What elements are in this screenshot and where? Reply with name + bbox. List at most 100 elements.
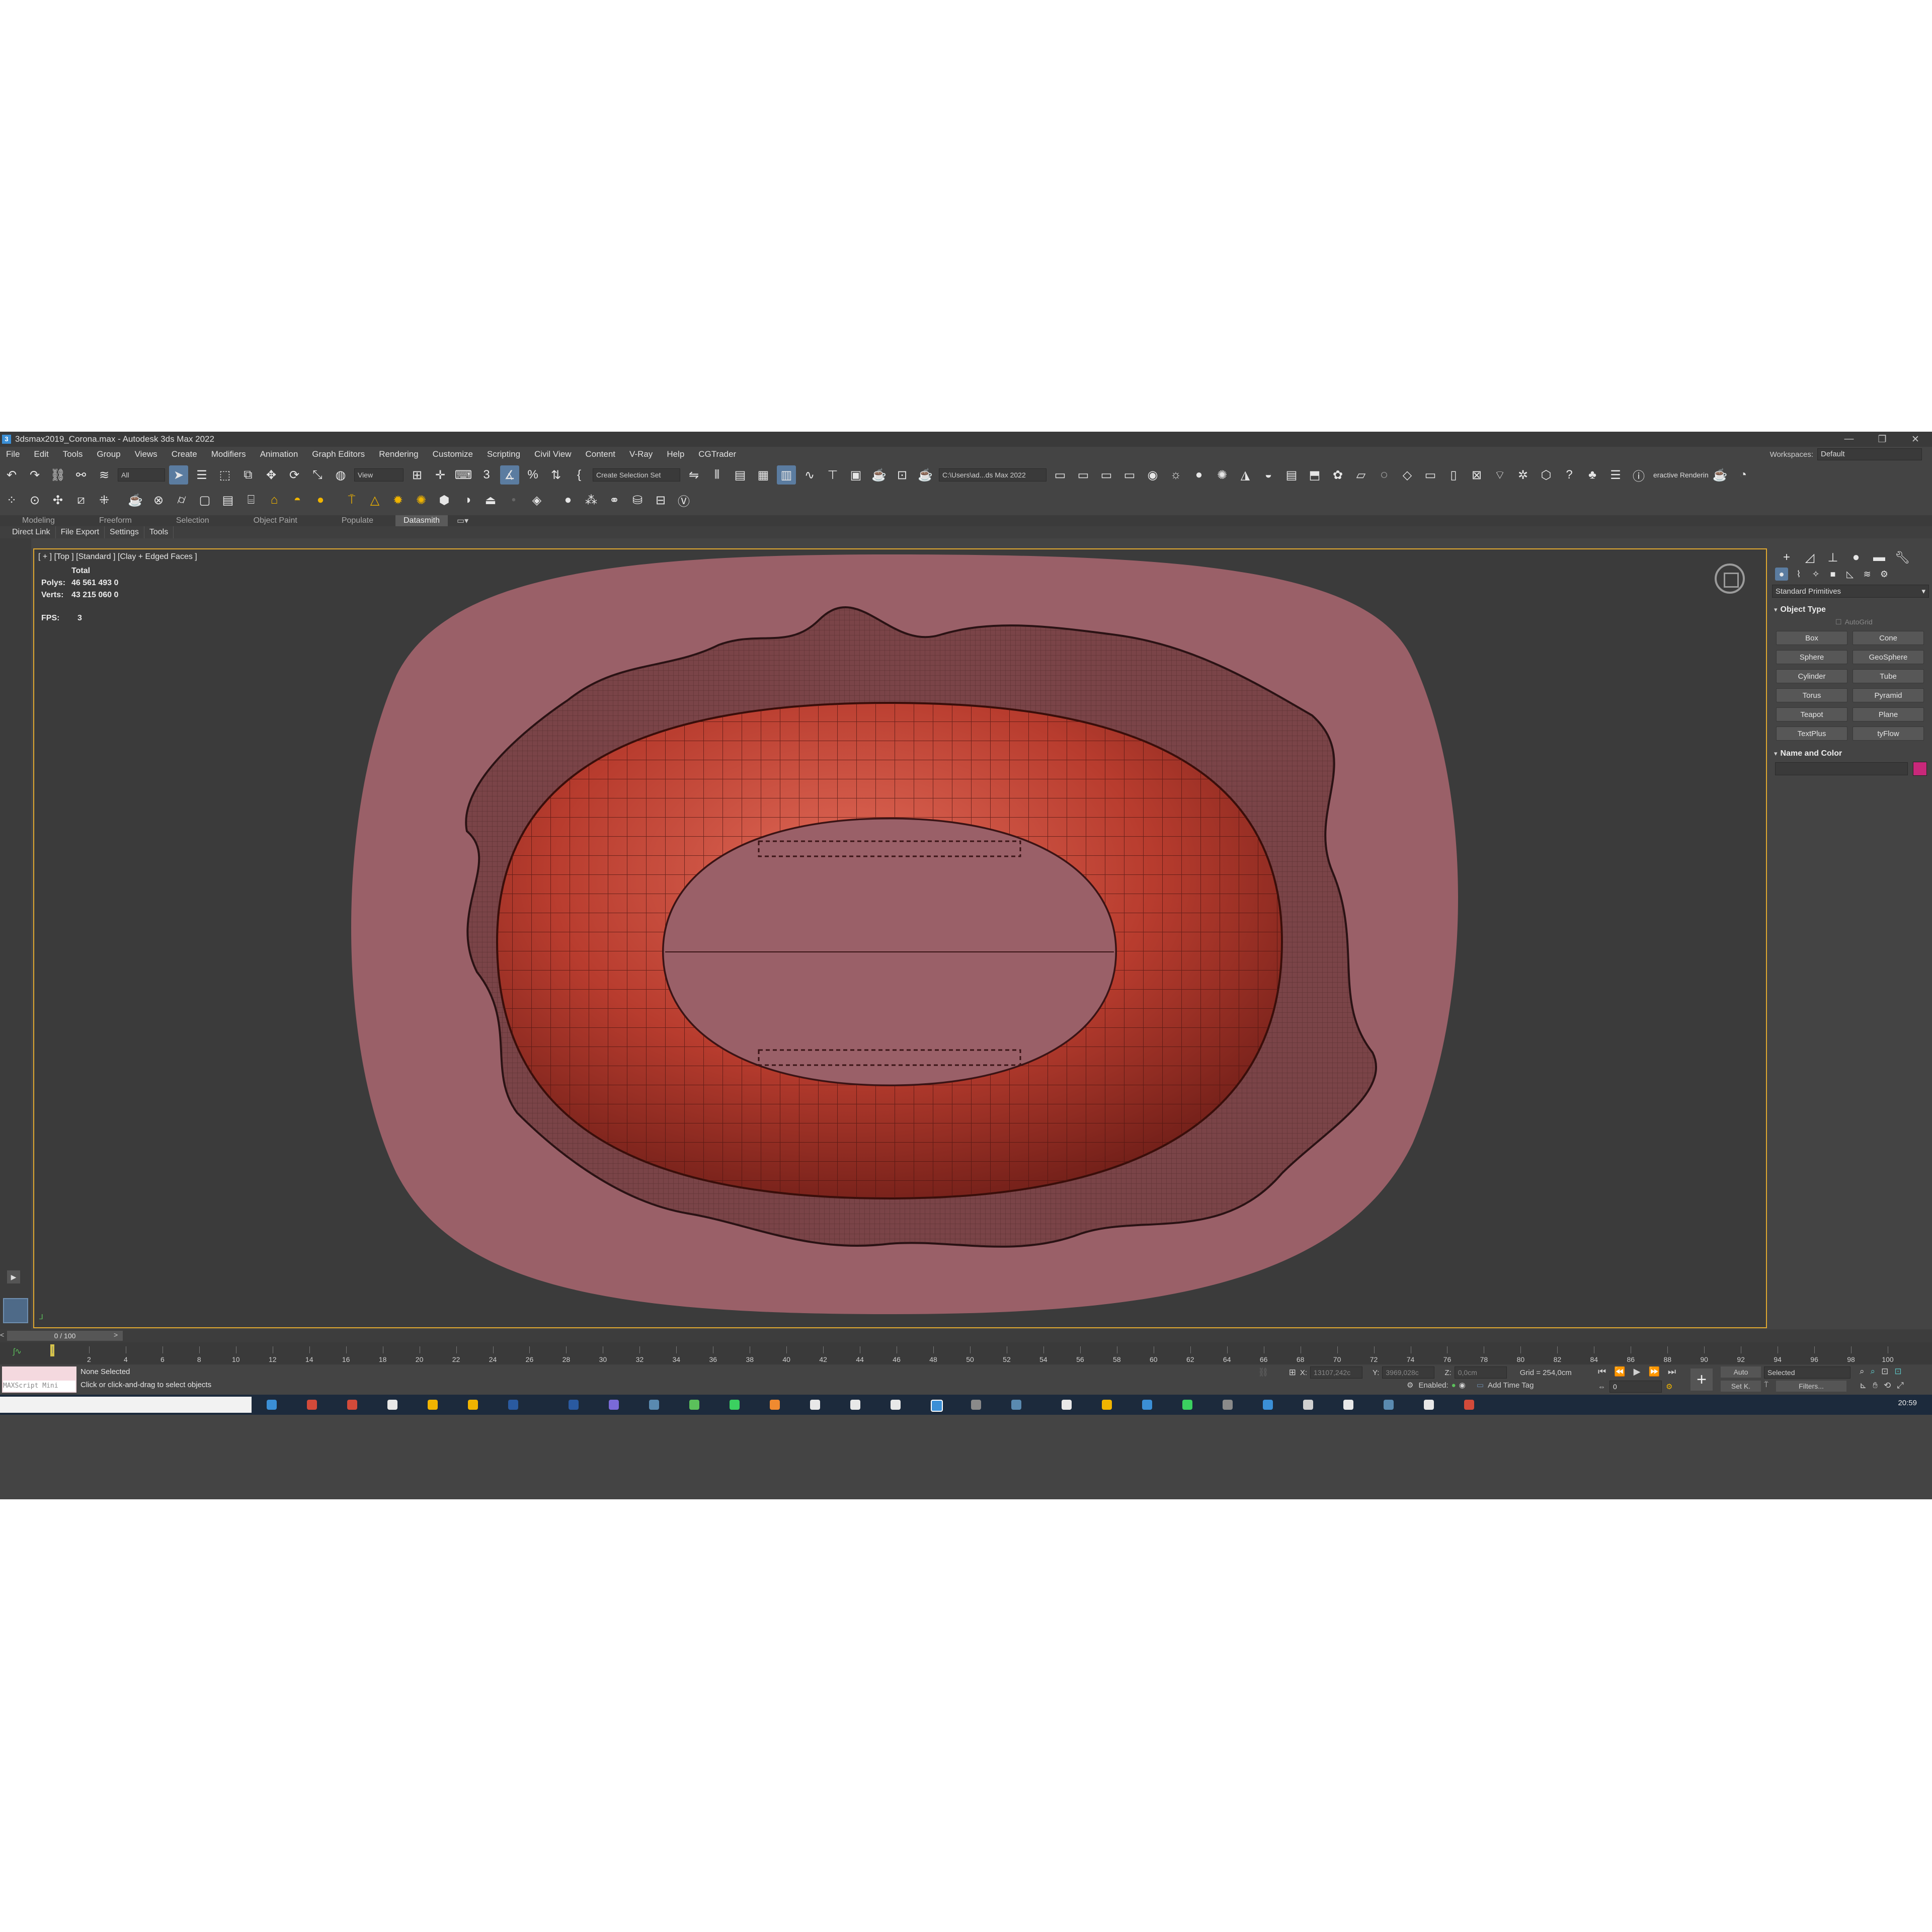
lights-icon[interactable]: ✧ [1809,568,1822,581]
taskbar-app-icon-5[interactable] [428,1400,438,1410]
taskbar-app-icon-18[interactable] [1011,1400,1021,1410]
taskbar-app-icon-1[interactable] [267,1400,277,1410]
taskbar-app-icon-24[interactable] [1263,1400,1273,1410]
taskbar-app-icon-4[interactable] [387,1400,397,1410]
angle-snap-icon[interactable]: ∡ [500,465,519,485]
ribbon-tab-populate[interactable]: Populate [319,515,395,526]
textplus-button[interactable]: TextPlus [1776,727,1847,741]
vray-table-icon[interactable]: ▤ [1282,465,1301,485]
object-type-header[interactable]: Object Type [1781,605,1826,614]
snap-pivot-icon[interactable]: ⊙ [25,491,44,510]
vray-enmesh-icon[interactable]: ⌔ [1490,465,1509,485]
taskbar-app-icon-19[interactable] [1062,1400,1072,1410]
menu-tools[interactable]: Tools [56,447,90,462]
datasmith-tab-direct-link[interactable]: Direct Link [0,526,56,538]
snaps-toggle-icon[interactable]: 3 [477,465,496,485]
torus-button[interactable]: Torus [1776,688,1847,702]
shapes-icon[interactable]: ⌇ [1792,568,1805,581]
play-icon[interactable]: ▶ [1634,1366,1641,1377]
object-name-input[interactable] [1775,762,1908,775]
vray-plane-icon[interactable]: ▱ [1351,465,1371,485]
vray-clipper-icon[interactable]: ▯ [1444,465,1463,485]
scene-explorer-icon[interactable]: ▤ [731,465,750,485]
menu-content[interactable]: Content [578,447,622,462]
place-icon[interactable]: ◍ [331,465,350,485]
help-icon[interactable]: ? [1560,465,1579,485]
z-coord-field[interactable]: 0,0cm [1454,1366,1507,1379]
taskbar-app-icon-21[interactable] [1142,1400,1152,1410]
snap-vertex-icon[interactable]: ⁘ [2,491,21,510]
taskbar-app-icon-20[interactable] [1102,1400,1112,1410]
taskbar-app-icon-2[interactable] [307,1400,317,1410]
taskbar-search[interactable] [0,1397,252,1413]
key-mode-icon[interactable]: ⇔ [1598,1383,1605,1391]
auto-key-button[interactable]: Auto [1721,1366,1761,1378]
tyflow-button[interactable]: tyFlow [1853,727,1924,741]
multi-sphere-icon[interactable]: ⁂ [582,491,601,510]
move-icon[interactable]: ✥ [262,465,281,485]
y-coord-field[interactable]: 3969,028c [1382,1366,1435,1379]
set-key-icon[interactable]: + [1691,1369,1713,1391]
object-color-swatch[interactable] [1913,762,1927,776]
set-key-button[interactable]: Set K. [1721,1381,1761,1392]
motion-tab-icon[interactable]: ● [1846,548,1866,567]
expand-arrow-icon[interactable]: ▶ [7,1270,20,1283]
taskbar-app-icon-22[interactable] [1182,1400,1192,1410]
snap-edge-icon[interactable]: ⧄ [71,491,91,510]
maxscript-input[interactable]: MAXScript Mini [3,1381,75,1392]
time-next-icon[interactable]: > [114,1331,118,1339]
ribbon-tab-freeform[interactable]: Freeform [77,515,154,526]
undo-icon[interactable]: ↶ [2,465,21,485]
menu-file[interactable]: File [0,447,27,462]
sphere-button[interactable]: Sphere [1776,650,1847,664]
shelf-icon[interactable]: ▤ [218,491,237,510]
time-prev-icon[interactable]: < [0,1331,4,1339]
maxscript-listener[interactable]: MAXScript Mini [2,1366,76,1393]
display-tab-icon[interactable]: ▬ [1870,548,1889,567]
edit-named-sets-icon[interactable]: { [570,465,589,485]
mirror-icon[interactable]: ⇋ [684,465,703,485]
cylinder-icon[interactable]: ⌭ [172,491,191,510]
render-setup-icon[interactable]: ☕ [869,465,889,485]
ribbon-tab-modeling[interactable]: Modeling [0,515,77,526]
box-icon[interactable]: ▢ [195,491,214,510]
taskbar-app-icon-26[interactable] [1343,1400,1353,1410]
taskbar-app-icon-28[interactable] [1424,1400,1434,1410]
activeshade-icon[interactable]: ◔ [1734,465,1753,485]
field-of-view-icon[interactable]: ⊾ [1860,1381,1867,1391]
sphere-wire-icon[interactable]: ⊗ [149,491,168,510]
x-coord-field[interactable]: 13107,242c [1310,1366,1363,1379]
ribbon-tab-datasmith[interactable]: Datasmith [395,515,448,526]
taskbar-app-icon-14[interactable] [810,1400,820,1410]
timeline-ruler[interactable]: ʃ∿ 2 4 6 8 10 12 14 16 18 20 22 24 26 28 30 32 34 36 38 40 4… [0,1342,1932,1364]
menu-civil-view[interactable]: Civil View [527,447,578,462]
plane-button[interactable]: Plane [1853,707,1924,721]
key-filter-icon[interactable]: ⍡ [1764,1381,1768,1389]
select-manipulate-icon[interactable]: ✛ [431,465,450,485]
systems-icon[interactable]: ⚙ [1878,568,1891,581]
taskbar-3dsmax-icon[interactable] [931,1400,943,1412]
render-mode-label[interactable]: eractive Renderin [1653,471,1709,479]
datasmith-tab-settings[interactable]: Settings [105,526,144,538]
lock-icon[interactable]: ⛓ [1258,1367,1269,1378]
light-target-icon[interactable]: ⍑ [342,491,361,510]
pan-icon[interactable]: ✋︎ [1873,1381,1878,1391]
cylinder-button[interactable]: Cylinder [1776,669,1847,683]
teapot-button[interactable]: Teapot [1776,707,1847,721]
taskbar-app-icon-3[interactable] [347,1400,357,1410]
sphere-stack-icon[interactable]: ⛁ [628,491,647,510]
window-crossing-icon[interactable]: ⧉ [238,465,258,485]
viewport-top[interactable]: [ + ] [Top ] [Standard ] [Clay + Edged F… [33,548,1767,1328]
redo-icon[interactable]: ↷ [25,465,44,485]
taskbar-app-icon-9[interactable] [609,1400,619,1410]
modify-tab-icon[interactable]: ◿ [1800,548,1819,567]
gizmo-icon[interactable]: ◈ [527,491,546,510]
vray-fur-icon[interactable]: ✿ [1328,465,1347,485]
layer-explorer-icon[interactable]: ▦ [754,465,773,485]
vray-logo-icon[interactable]: Ⓥ [674,491,693,510]
vray-sphere-icon[interactable]: ◌ [1375,465,1394,485]
vray-camera-icon[interactable]: ◉ [1143,465,1162,485]
menu-views[interactable]: Views [128,447,165,462]
render-production-icon[interactable]: ☕ [916,465,935,485]
go-to-end-icon[interactable]: ⏭ [1668,1366,1676,1377]
